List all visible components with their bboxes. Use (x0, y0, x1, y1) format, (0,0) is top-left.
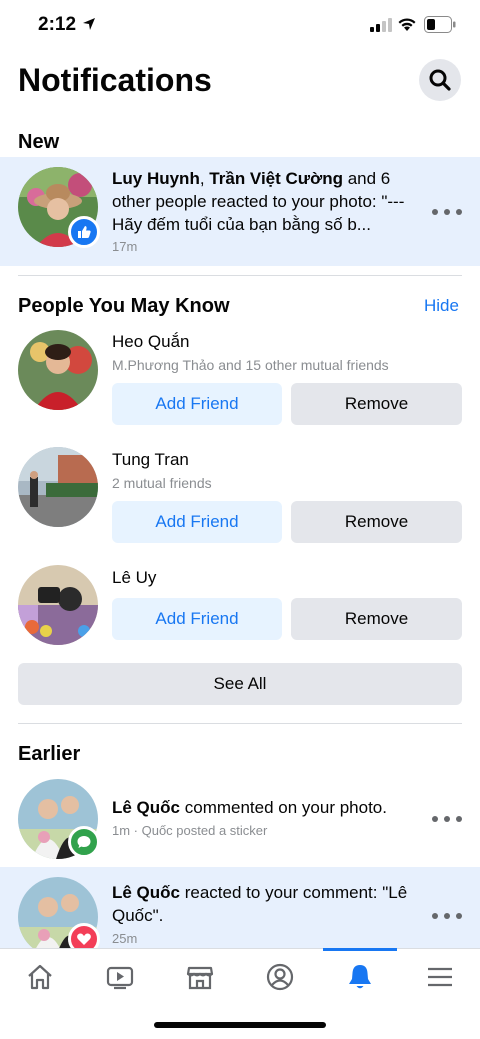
mutual-friends: M.Phương Thảo and 15 other mutual friend… (112, 357, 389, 373)
location-arrow-icon (83, 18, 95, 30)
actor-name: Lê Quốc (112, 883, 181, 902)
more-options-button[interactable] (432, 812, 462, 826)
add-friend-button[interactable]: Add Friend (112, 501, 282, 543)
notification-item[interactable]: Lê Quốc reacted to your comment: "Lê Quố… (0, 867, 480, 948)
actor-name: Lê Quốc (112, 798, 181, 817)
tab-watch[interactable] (90, 957, 150, 997)
notification-text: Luy Huynh, Trần Việt Cường and 6 other p… (112, 167, 424, 237)
tab-menu[interactable] (410, 957, 470, 997)
notification-item[interactable]: Lê Quốc commented on your photo. 1m · Qu… (0, 772, 480, 866)
notification-body: commented on your photo. (180, 798, 387, 817)
divider (18, 723, 462, 724)
status-time: 2:12 (38, 14, 77, 35)
see-all-button[interactable]: See All (18, 663, 462, 705)
tab-home[interactable] (10, 957, 70, 997)
search-button[interactable] (419, 59, 461, 101)
watch-icon (106, 966, 134, 990)
comment-icon (68, 826, 100, 858)
menu-icon (428, 967, 452, 987)
add-friend-button[interactable]: Add Friend (112, 383, 282, 425)
section-title-earlier: Earlier (18, 743, 81, 765)
notification-item[interactable]: Luy Huynh, Trần Việt Cường and 6 other p… (0, 157, 480, 266)
page-title: Notifications (18, 62, 212, 98)
add-friend-button[interactable]: Add Friend (112, 598, 282, 640)
section-title-new: New (18, 131, 60, 153)
section-title-pymk: People You May Know (18, 295, 230, 317)
actor-name: Luy Huynh (112, 169, 200, 188)
notification-text: Lê Quốc reacted to your comment: "Lê Quố… (112, 881, 422, 927)
notification-text: Lê Quốc commented on your photo. (112, 796, 424, 819)
hide-link[interactable]: Hide (424, 296, 459, 316)
home-icon (28, 964, 52, 990)
avatar[interactable] (18, 565, 98, 645)
home-indicator (154, 1022, 326, 1028)
notification-meta: 1m · Quốc posted a sticker (112, 823, 268, 838)
avatar[interactable] (18, 330, 98, 410)
marketplace-icon (186, 966, 214, 990)
like-icon (68, 216, 100, 248)
notification-time: 17m (112, 239, 138, 254)
wifi-icon (398, 18, 416, 31)
status-bar: 2:12 (0, 0, 480, 52)
battery-icon (424, 16, 456, 33)
profile-icon (266, 963, 294, 991)
mutual-friends: 2 mutual friends (112, 475, 212, 491)
notification-time: 25m (112, 931, 138, 946)
more-options-button[interactable] (432, 909, 462, 923)
person-name[interactable]: Heo Quắn (112, 332, 190, 352)
actor-separator: , (199, 169, 210, 188)
avatar[interactable] (18, 447, 98, 527)
tab-profile[interactable] (250, 957, 310, 997)
remove-button[interactable]: Remove (291, 598, 462, 640)
signal-icon (370, 18, 392, 32)
more-options-button[interactable] (432, 205, 462, 219)
remove-button[interactable]: Remove (291, 383, 462, 425)
heart-icon (68, 923, 100, 948)
notifications-bell-icon (349, 965, 371, 989)
active-tab-indicator (323, 948, 397, 951)
remove-button[interactable]: Remove (291, 501, 462, 543)
divider (18, 275, 462, 276)
person-name[interactable]: Lê Uy (112, 568, 156, 588)
tab-marketplace[interactable] (170, 957, 230, 997)
person-name[interactable]: Tung Tran (112, 450, 189, 470)
tab-notifications[interactable] (330, 957, 390, 997)
actor-name: Trần Việt Cường (209, 169, 343, 188)
search-icon (429, 69, 451, 91)
